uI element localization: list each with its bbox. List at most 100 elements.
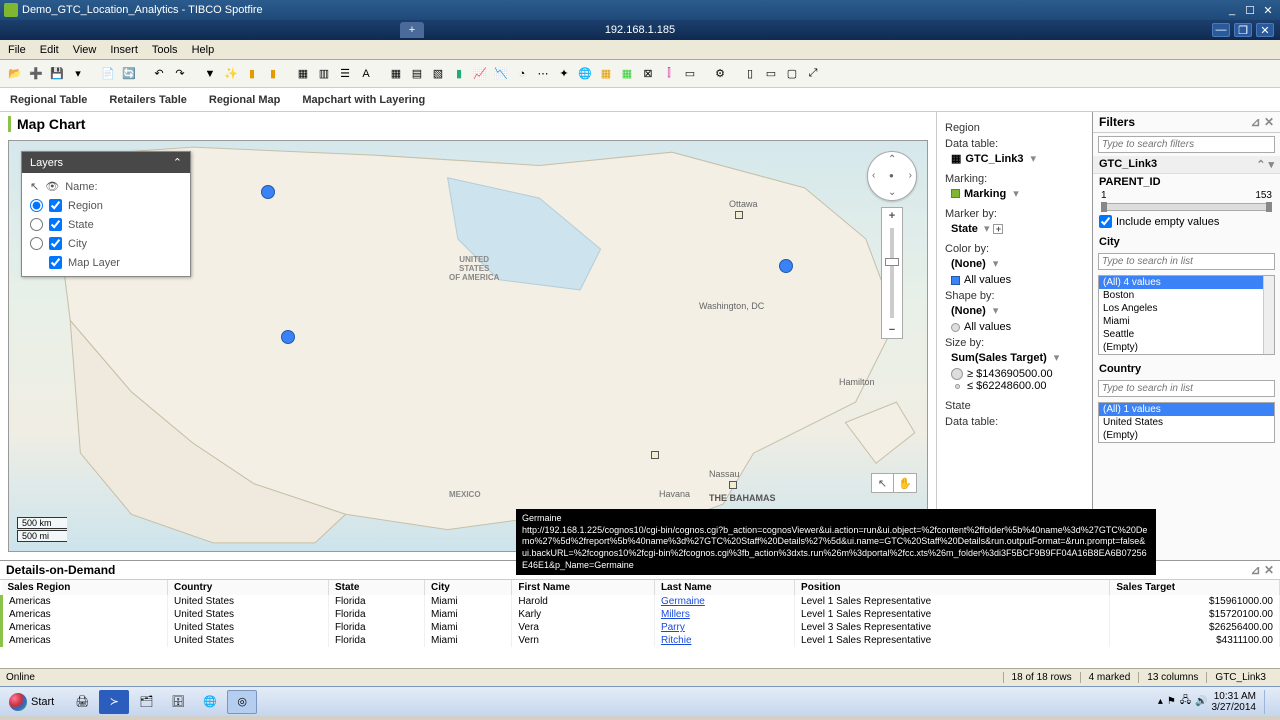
layers-panel[interactable]: Layers ⌃ ↖👁Name: Region State City Map L… — [21, 151, 191, 277]
menu-tools[interactable]: Tools — [152, 44, 178, 56]
parallel-icon[interactable]: ⫿ — [660, 65, 678, 83]
city-listbox[interactable]: (All) 4 values Boston Los Angeles Miami … — [1098, 275, 1275, 355]
task-sql-icon[interactable]: 🗄 — [163, 690, 193, 714]
globe-icon[interactable]: 🌐 — [576, 65, 594, 83]
details-pin-icon[interactable]: ⊿ — [1251, 563, 1261, 577]
table-row[interactable]: AmericasUnited StatesFloridaMiamiKarlyMi… — [2, 608, 1280, 621]
redo-icon[interactable]: ↷ — [171, 65, 189, 83]
zoom-in-button[interactable]: + — [882, 208, 902, 224]
lastname-link[interactable]: Ritchie — [654, 634, 794, 647]
zoom-handle[interactable] — [885, 258, 899, 266]
city-item-la[interactable]: Los Angeles — [1099, 302, 1274, 315]
pan-control[interactable]: ⌃ ⌄ ‹ › ● — [867, 151, 917, 201]
scatter3d-icon[interactable]: ✦ — [555, 65, 573, 83]
table-row[interactable]: AmericasUnited StatesFloridaMiamiHaroldG… — [2, 595, 1280, 608]
maximize-viz-icon[interactable]: ⤢ — [804, 65, 822, 83]
country-item-all[interactable]: (All) 1 values — [1099, 403, 1274, 416]
save-icon[interactable]: 💾 — [48, 65, 66, 83]
map-marker-2[interactable] — [281, 330, 295, 344]
map-mode-toggle[interactable]: ↖ ✋ — [871, 473, 917, 493]
col-5[interactable]: Last Name — [654, 580, 794, 595]
maximize-button[interactable]: ☐ — [1242, 3, 1258, 17]
remote-minimize[interactable]: — — [1212, 23, 1230, 37]
city-item-boston[interactable]: Boston — [1099, 289, 1274, 302]
layout3-icon[interactable]: ▢ — [783, 65, 801, 83]
map-marker-3[interactable] — [779, 259, 793, 273]
filters-close-icon[interactable]: ✕ — [1264, 115, 1274, 129]
zoom-slider[interactable] — [890, 228, 894, 318]
highlight2-icon[interactable]: ▮ — [264, 65, 282, 83]
layout1-icon[interactable]: ▯ — [741, 65, 759, 83]
summary-icon[interactable]: ▭ — [681, 65, 699, 83]
menu-insert[interactable]: Insert — [110, 44, 138, 56]
lastname-link[interactable]: Germaine — [654, 595, 794, 608]
menu-help[interactable]: Help — [192, 44, 215, 56]
graphical-table-icon[interactable]: ▧ — [429, 65, 447, 83]
tray-flag-icon[interactable]: ⚑ — [1167, 696, 1176, 707]
legend-mark[interactable]: Marking — [945, 185, 1084, 204]
include-empty-check[interactable] — [1099, 215, 1112, 228]
country-item-empty[interactable]: (Empty) — [1099, 429, 1274, 442]
table-icon[interactable]: ▦ — [294, 65, 312, 83]
task-explorer-icon[interactable]: 🗂 — [131, 690, 161, 714]
layer-check-region[interactable] — [49, 199, 62, 212]
open-icon[interactable]: 📂 — [6, 65, 24, 83]
city-item-all[interactable]: (All) 4 values — [1099, 276, 1274, 289]
boxplot-icon[interactable]: ⊠ — [639, 65, 657, 83]
pan-down-icon[interactable]: ⌄ — [888, 187, 896, 198]
details-table[interactable]: Sales RegionCountryStateCityFirst NameLa… — [0, 580, 1280, 647]
scatter-icon[interactable]: ⋯ — [534, 65, 552, 83]
layer-check-state[interactable] — [49, 218, 62, 231]
city-item-empty[interactable]: (Empty) — [1099, 341, 1274, 354]
pointer-mode-icon[interactable]: ↖ — [872, 474, 894, 492]
task-ie-icon[interactable]: 🌐 — [195, 690, 225, 714]
filters-search-input[interactable] — [1098, 136, 1275, 153]
legend-marker[interactable]: State + — [945, 220, 1084, 239]
wand-icon[interactable]: ✨ — [222, 65, 240, 83]
new-tab-button[interactable]: + — [400, 22, 424, 38]
layer-radio-region[interactable] — [30, 199, 43, 212]
map-canvas[interactable]: UNITEDSTATESOF AMERICA MEXICO THE BAHAMA… — [8, 140, 928, 552]
layer-check-map[interactable] — [49, 256, 62, 269]
eye-icon[interactable]: 👁 — [45, 180, 59, 193]
country-listbox[interactable]: (All) 1 values United States (Empty) — [1098, 402, 1275, 443]
tab-regional-map[interactable]: Regional Map — [209, 94, 281, 106]
col-2[interactable]: State — [328, 580, 424, 595]
layout2-icon[interactable]: ▭ — [762, 65, 780, 83]
hand-mode-icon[interactable]: ✋ — [894, 474, 916, 492]
col-4[interactable]: First Name — [512, 580, 655, 595]
lastname-link[interactable]: Parry — [654, 621, 794, 634]
city-item-miami[interactable]: Miami — [1099, 315, 1274, 328]
details-close-icon[interactable]: ✕ — [1264, 563, 1274, 577]
tray-net-icon[interactable]: 🖧 — [1180, 693, 1191, 710]
city-search-input[interactable] — [1098, 253, 1275, 270]
gear-icon[interactable]: ⚙ — [711, 65, 729, 83]
legend-shape[interactable]: (None) — [945, 302, 1084, 321]
map-marker-1[interactable] — [261, 185, 275, 199]
col-1[interactable]: Country — [167, 580, 328, 595]
layer-radio-city[interactable] — [30, 237, 43, 250]
task-powershell-icon[interactable]: ≻ — [99, 690, 129, 714]
pie-chart-icon[interactable]: ◔ — [513, 65, 531, 83]
grid-icon[interactable]: ▦ — [387, 65, 405, 83]
treemap-icon[interactable]: ▦ — [597, 65, 615, 83]
line-chart-icon[interactable]: 📈 — [471, 65, 489, 83]
legend-color[interactable]: (None) — [945, 255, 1084, 274]
highlight-icon[interactable]: ▮ — [243, 65, 261, 83]
layer-radio-state[interactable] — [30, 218, 43, 231]
lastname-link[interactable]: Millers — [654, 608, 794, 621]
legend-size[interactable]: Sum(Sales Target) — [945, 349, 1084, 368]
city-scrollbar[interactable] — [1263, 276, 1274, 354]
country-search-input[interactable] — [1098, 380, 1275, 397]
col-0[interactable]: Sales Region — [2, 580, 168, 595]
crosstable-icon[interactable]: ▤ — [408, 65, 426, 83]
pan-left-icon[interactable]: ‹ — [872, 170, 875, 181]
pan-center-icon[interactable]: ● — [889, 171, 894, 180]
tab-mapchart-layering[interactable]: Mapchart with Layering — [302, 94, 425, 106]
table-row[interactable]: AmericasUnited StatesFloridaMiamiVeraPar… — [2, 621, 1280, 634]
task-printer-icon[interactable]: 🖨 — [67, 690, 97, 714]
col-3[interactable]: City — [424, 580, 511, 595]
task-cognos-icon[interactable]: ◎ — [227, 690, 257, 714]
undo-icon[interactable]: ↶ — [150, 65, 168, 83]
close-button[interactable]: ✕ — [1260, 3, 1276, 17]
